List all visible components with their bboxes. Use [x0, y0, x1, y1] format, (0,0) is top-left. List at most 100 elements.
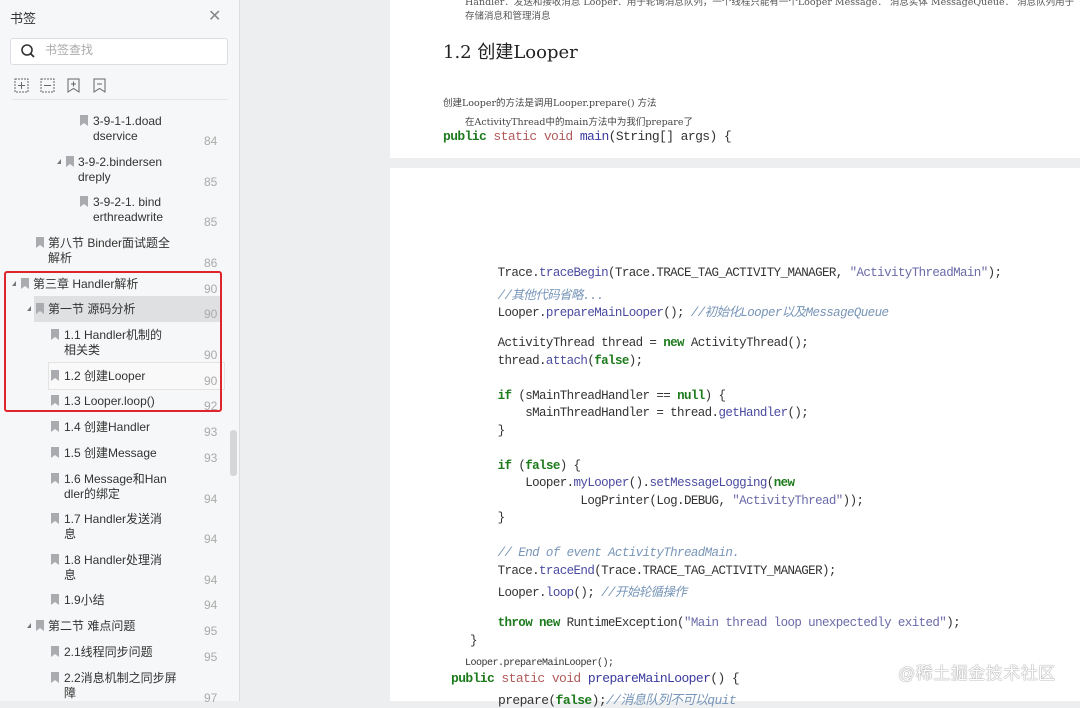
code-token: ActivityThread(); [683, 336, 809, 350]
page-number: 85 [204, 175, 218, 189]
code-token: () { [710, 671, 740, 686]
bookmark-label: 2.2消息机制之同步屏 障 [64, 671, 177, 700]
code-token: getHandler [718, 406, 788, 420]
body-text: Handler：发送和接收消息 Looper：用于轮询消息队列，一个线程只能有一… [465, 0, 1075, 22]
code-token: ) { [704, 388, 726, 403]
expand-arrow-icon[interactable] [27, 623, 31, 628]
section-heading: 1.2 创建Looper [443, 42, 578, 63]
bookmark-icon [51, 646, 59, 657]
remove-bookmark-icon[interactable] [92, 78, 107, 93]
code-token: (Trace.TRACE_TAG_ACTIVITY_MANAGER, [608, 266, 850, 280]
code-token: main [579, 129, 609, 144]
bookmark-item[interactable]: 2.2消息机制之同步屏 障 97 [0, 671, 230, 705]
bookmark-icon [36, 620, 44, 631]
code-token: thread. [470, 353, 547, 368]
bookmark-label: 第八节 Binder面试题全 解析 [48, 236, 171, 265]
bookmark-label: 第二节 难点问题 [48, 619, 136, 633]
code-token: "Main thread loop unexpectedly exited" [683, 616, 947, 630]
code-line: Looper.prepareMainLooper(); //初始化Looper以… [470, 301, 889, 320]
bookmark-icon [51, 672, 59, 683]
bookmark-item[interactable]: 2.1线程同步问题 95 [0, 645, 230, 667]
code-token: "ActivityThreadMain" [849, 266, 989, 280]
code-line: throw new RuntimeException("Main thread … [470, 616, 961, 630]
code-token: } [470, 423, 506, 438]
code-line: LogPrinter(Log.DEBUG, "ActivityThread"))… [470, 494, 864, 508]
code-token: ); [946, 616, 961, 630]
code-token: (Trace.TRACE_TAG_ACTIVITY_MANAGER); [594, 563, 836, 578]
bookmark-icon [51, 447, 59, 458]
bookmark-item[interactable]: 3-9-2.bindersen dreply 85 [0, 155, 230, 189]
scrollbar[interactable] [230, 430, 237, 476]
bookmark-item[interactable]: 1.9小结 94 [0, 593, 230, 615]
code-token: //初始化Looper以及MessageQueue [690, 306, 889, 320]
collapse-all-icon[interactable] [40, 78, 55, 93]
code-token: throw new [470, 616, 561, 630]
bookmark-label: 3-9-2-1. bind erthreadwrite [93, 195, 164, 224]
code-token: traceEnd [539, 563, 595, 578]
code-token: public [443, 129, 494, 144]
code-token: ( [766, 476, 774, 490]
code-token: } [470, 633, 477, 648]
page-number: 93 [204, 425, 218, 439]
code-token: Looper. [470, 586, 547, 600]
bookmark-item[interactable]: 3-9-1-1.doad dservice 84 [0, 114, 230, 148]
bookmark-item[interactable]: 1.7 Handler发送消 息 94 [0, 512, 230, 546]
bookmark-icon [66, 156, 74, 167]
code-token: Looper. [470, 476, 574, 490]
expand-arrow-icon[interactable] [57, 159, 61, 164]
code-token: prepareMainLooper [545, 306, 664, 320]
code-token: ) { [559, 458, 581, 473]
code-token: traceBegin [539, 266, 609, 280]
code-line: sMainThreadHandler = thread.getHandler()… [470, 406, 809, 420]
page-number: 94 [204, 532, 218, 546]
bookmark-item[interactable]: 1.8 Handler处理消 息 94 [0, 553, 230, 587]
code-token: (); [787, 406, 809, 420]
bookmark-item[interactable]: 1.6 Message和Han dler的绑定 94 [0, 472, 230, 506]
bookmark-sidebar: 书签 ✕ 3-9-1-1.doad dservice 84 3-9-2.binder… [0, 0, 240, 705]
bookmark-item[interactable]: 1.4 创建Handler 93 [0, 420, 230, 442]
bookmark-label: 1.7 Handler发送消 息 [64, 512, 163, 541]
bookmark-icon [51, 473, 59, 484]
page-number: 85 [204, 215, 218, 229]
bookmark-item[interactable]: 3-9-2-1. bind erthreadwrite 85 [0, 195, 230, 229]
bookmark-label: 3-9-2.bindersen dreply [78, 155, 163, 184]
bookmark-item[interactable]: 1.5 创建Message 93 [0, 446, 230, 468]
code-line: thread.attach(false); [470, 353, 644, 368]
code-token: ); [628, 353, 643, 368]
bookmark-label: 1.5 创建Message [64, 446, 157, 460]
code-token: if [470, 458, 512, 473]
code-token: (); [663, 306, 691, 320]
bookmark-item[interactable]: 第八节 Binder面试题全 解析 86 [0, 236, 230, 270]
search-icon [21, 44, 35, 58]
bookmark-icon [51, 513, 59, 524]
code-token: new [773, 476, 795, 490]
bookmark-icon [51, 594, 59, 605]
bookmark-search[interactable] [10, 38, 228, 65]
page-number: 93 [204, 451, 218, 465]
page-number: 97 [204, 691, 218, 705]
page-number: 94 [204, 573, 218, 587]
code-token: new [663, 336, 684, 350]
page-number: 94 [204, 598, 218, 612]
code-token: Trace. [470, 266, 540, 280]
search-input[interactable] [45, 43, 215, 57]
code-line: Trace.traceBegin(Trace.TRACE_TAG_ACTIVIT… [470, 266, 1002, 280]
code-token: (sMainThreadHandler == [511, 388, 678, 403]
divider [12, 99, 228, 100]
page-number: 95 [204, 650, 218, 664]
add-bookmark-icon[interactable] [66, 78, 81, 93]
page-number: 86 [204, 256, 218, 270]
code-token: Looper. [470, 306, 547, 320]
bookmark-label: 1.9小结 [64, 593, 105, 607]
bookmark-item[interactable]: 第二节 难点问题 95 [0, 619, 230, 641]
expand-all-icon[interactable] [14, 78, 29, 93]
bookmark-label: 1.6 Message和Han dler的绑定 [64, 472, 167, 501]
code-token: Trace. [470, 563, 540, 578]
close-icon[interactable]: ✕ [208, 6, 221, 26]
code-token: sMainThreadHandler = thread. [470, 406, 719, 420]
code-token: static void [493, 129, 580, 144]
page-number: 95 [204, 624, 218, 638]
code-line: } [470, 511, 506, 525]
code-token: ActivityThread thread = [470, 336, 664, 350]
code-token: null [677, 388, 705, 403]
